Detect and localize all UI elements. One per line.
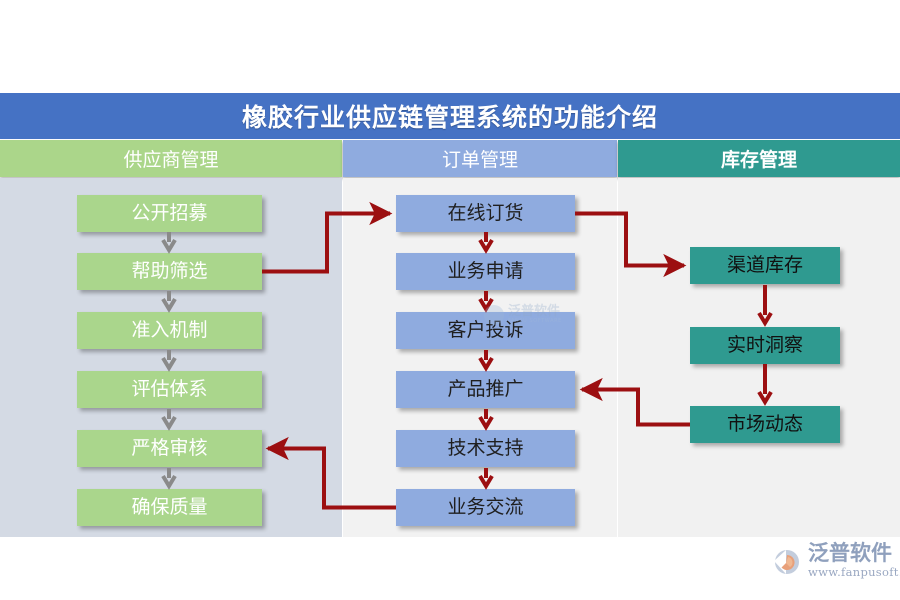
arrow-down-icon xyxy=(478,232,494,254)
node-label: 在线订货 xyxy=(447,202,524,224)
brand-logo: 泛普软件 www.fanpusoft.com xyxy=(772,543,900,581)
column-header-inventory: 库存管理 xyxy=(618,140,900,177)
brand-name: 泛普软件 xyxy=(808,541,892,565)
node-inventory-2[interactable]: 实时洞察 xyxy=(690,327,840,364)
column-header-inventory-label: 库存管理 xyxy=(720,149,797,171)
node-order-4[interactable]: 产品推广 xyxy=(396,371,575,408)
node-order-6[interactable]: 业务交流 xyxy=(396,489,575,526)
diagram-title: 橡胶行业供应链管理系统的功能介绍 xyxy=(241,103,658,132)
arrow-down-icon xyxy=(757,364,773,406)
watermark-sub: FANPU SOFTWARE xyxy=(508,318,562,324)
arrow-down-icon xyxy=(161,232,177,254)
node-label: 渠道库存 xyxy=(726,254,803,276)
node-supplier-5[interactable]: 严格审核 xyxy=(77,430,262,467)
node-label: 业务申请 xyxy=(447,260,524,282)
node-order-5[interactable]: 技术支持 xyxy=(396,430,575,467)
column-header-supplier: 供应商管理 xyxy=(0,140,342,177)
node-supplier-2[interactable]: 帮助筛选 xyxy=(77,253,262,290)
node-label: 严格审核 xyxy=(131,437,208,459)
arrow-down-icon xyxy=(757,285,773,327)
arrow-down-icon xyxy=(161,350,177,372)
node-label: 公开招募 xyxy=(131,202,208,224)
node-label: 评估体系 xyxy=(131,378,208,400)
column-header-order: 订单管理 xyxy=(343,140,617,177)
brand-url: www.fanpusoft.com xyxy=(808,565,900,579)
node-inventory-1[interactable]: 渠道库存 xyxy=(690,247,840,284)
node-supplier-1[interactable]: 公开招募 xyxy=(77,195,262,232)
node-order-2[interactable]: 业务申请 xyxy=(396,253,575,290)
arrow-down-icon xyxy=(161,468,177,490)
column-header-supplier-label: 供应商管理 xyxy=(123,149,219,171)
watermark-name: 泛普软件 xyxy=(508,304,561,319)
node-label: 确保质量 xyxy=(131,496,208,518)
arrow-down-icon xyxy=(478,468,494,490)
arrow-down-icon xyxy=(161,291,177,313)
flowchart-canvas: 橡胶行业供应链管理系统的功能介绍 供应商管理 订单管理 库存管理 公开招募 帮助… xyxy=(0,0,900,600)
center-watermark: 泛普软件 FANPU SOFTWARE xyxy=(484,300,604,330)
node-supplier-6[interactable]: 确保质量 xyxy=(77,489,262,526)
node-label: 准入机制 xyxy=(131,319,208,341)
node-label: 产品推广 xyxy=(447,378,524,400)
node-supplier-3[interactable]: 准入机制 xyxy=(77,312,262,349)
node-label: 业务交流 xyxy=(447,496,524,518)
arrow-down-icon xyxy=(478,350,494,372)
node-order-1[interactable]: 在线订货 xyxy=(396,195,575,232)
fanpu-logo-icon xyxy=(772,547,802,577)
arrow-down-icon xyxy=(478,409,494,431)
arrow-down-icon xyxy=(161,409,177,431)
watermark-logo-icon xyxy=(484,305,504,325)
node-label: 实时洞察 xyxy=(726,334,803,356)
node-inventory-3[interactable]: 市场动态 xyxy=(690,406,840,443)
node-supplier-4[interactable]: 评估体系 xyxy=(77,371,262,408)
node-label: 技术支持 xyxy=(447,437,524,459)
node-label: 帮助筛选 xyxy=(131,260,208,282)
column-header-order-label: 订单管理 xyxy=(441,149,518,171)
diagram-title-bar: 橡胶行业供应链管理系统的功能介绍 xyxy=(0,93,900,139)
node-label: 市场动态 xyxy=(726,413,803,435)
